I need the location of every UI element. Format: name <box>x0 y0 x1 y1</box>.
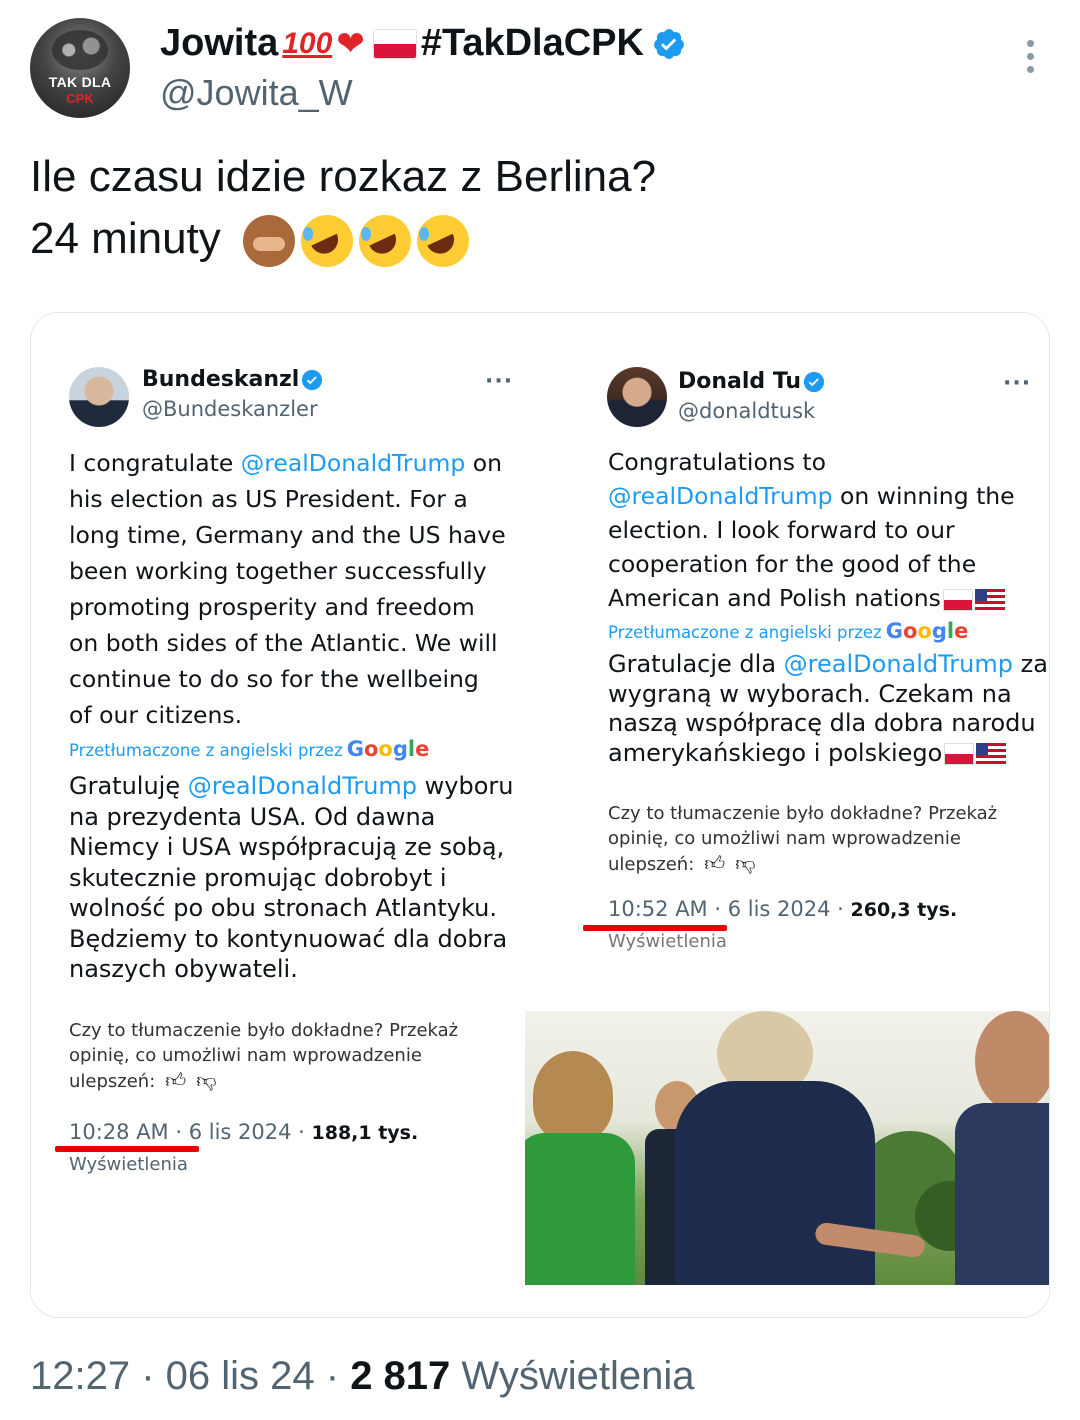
tweet-emojis <box>243 215 469 268</box>
usa-flag-icon <box>976 742 1007 765</box>
tweet-line-1: Ile czasu idzie rozkaz z Berlina? <box>30 152 657 201</box>
donaldtusk-name: Donald Tu <box>678 369 825 394</box>
author-handle[interactable]: @Jowita_W <box>160 72 353 114</box>
tweet-line-2-text: 24 minuty <box>30 214 221 263</box>
donaldtusk-views-label: Wyświetlenia <box>608 931 727 952</box>
mention-link[interactable]: @realDonaldTrump <box>784 650 1013 678</box>
donaldtusk-translated-by: Przetłumaczone z angielski przez Google <box>608 619 969 643</box>
bundeskanzler-handle: @Bundeskanzler <box>142 397 318 421</box>
bundeskanzler-feedback: Czy to tłumaczenie było dokładne? Przeka… <box>69 1020 459 1092</box>
bundeskanzler-name-text: Bundeskanzl <box>142 367 300 392</box>
thumbs-up-icon: 👍︎ <box>165 1068 187 1092</box>
views-count: 2 817 <box>350 1354 451 1398</box>
donaldtusk-avatar <box>607 367 667 427</box>
thumbs-down-icon: 👎︎ <box>735 851 756 875</box>
google-logo: Google <box>346 737 430 761</box>
thumbs-down-icon: 👎︎ <box>196 1068 217 1092</box>
tweet-text: Ile czasu idzie rozkaz z Berlina? 24 min… <box>30 146 656 270</box>
media-card[interactable]: Bundeskanzl @Bundeskanzler ··· I congrat… <box>30 312 1050 1318</box>
author-display-name[interactable]: Jowita 100 ❤ #TakDlaCPK <box>160 22 686 65</box>
red-heart-emoji-icon: ❤ <box>336 24 365 63</box>
avatar-text-cpk: CPK <box>66 91 94 106</box>
verified-badge-icon <box>302 369 323 390</box>
verified-badge-icon <box>804 371 825 392</box>
hundred-points-emoji-icon: 100 <box>282 26 333 60</box>
leaders-photo <box>525 1011 1049 1285</box>
verified-badge-icon <box>654 28 684 59</box>
avatar-graphic <box>52 30 108 70</box>
more-options-icon[interactable] <box>1020 40 1040 80</box>
bundeskanzler-translated-by: Przetłumaczone z angielski przez Google <box>69 737 430 761</box>
bundeskanzler-timestamp: 10:28 AM · 6 lis 2024 · 188,1 tys. <box>69 1120 419 1144</box>
donaldtusk-name-text: Donald Tu <box>678 369 802 394</box>
see-no-evil-monkey-emoji-icon <box>243 215 295 268</box>
views-label: Wyświetlenia <box>450 1354 695 1398</box>
poland-flag-icon <box>944 742 975 765</box>
bundeskanzler-tweet-pl: Gratuluję @realDonaldTrump wyboru na pre… <box>69 772 514 983</box>
google-logo: Google <box>885 619 969 643</box>
poland-flag-icon <box>372 28 417 59</box>
display-name-prefix: Jowita <box>160 22 279 64</box>
rofl-emoji-icon <box>417 215 469 268</box>
rofl-emoji-icon <box>359 215 411 268</box>
donaldtusk-tweet-pl: Gratulacje dla @realDonaldTrump za wygra… <box>608 650 1048 767</box>
tweet-line-2: 24 minuty <box>30 208 656 270</box>
bundeskanzler-more-icon: ··· <box>485 369 514 394</box>
bundeskanzler-avatar <box>69 367 129 427</box>
person-green-jacket <box>525 1051 635 1285</box>
author-avatar[interactable]: TAK DLA CPK <box>30 18 130 118</box>
bundeskanzler-name: Bundeskanzl <box>142 367 323 392</box>
donaldtusk-timestamp: 10:52 AM · 6 lis 2024 · 260,3 tys. <box>608 897 958 921</box>
mention-link[interactable]: @realDonaldTrump <box>608 482 833 510</box>
display-name-hashtag: #TakDlaCPK <box>420 22 644 64</box>
mention-link[interactable]: @realDonaldTrump <box>241 449 466 477</box>
donaldtusk-tweet-en: Congratulations to @realDonaldTrump on w… <box>608 448 1015 612</box>
thumbs-up-icon: 👍︎ <box>704 851 726 875</box>
tweet-meta: 12:27 · 06 lis 24 · 2 817 Wyświetlenia <box>30 1354 694 1399</box>
usa-flag-icon <box>974 588 1005 611</box>
bundeskanzler-tweet-en: I congratulate @realDonaldTrump on his e… <box>69 449 506 729</box>
poland-flag-icon <box>942 588 973 611</box>
avatar-text: TAK DLA <box>48 74 112 90</box>
donaldtusk-more-icon: ··· <box>1003 371 1032 396</box>
mention-link[interactable]: @realDonaldTrump <box>188 772 417 800</box>
person-right-edge <box>955 1011 1049 1285</box>
donaldtusk-handle: @donaldtusk <box>678 399 816 423</box>
rofl-emoji-icon <box>301 215 353 268</box>
donaldtusk-feedback: Czy to tłumaczenie było dokładne? Przeka… <box>608 803 998 875</box>
bundeskanzler-views-label: Wyświetlenia <box>69 1154 188 1175</box>
tweet-timestamp[interactable]: 12:27 · 06 lis 24 · <box>30 1354 350 1398</box>
red-underline-marker <box>55 1146 199 1152</box>
